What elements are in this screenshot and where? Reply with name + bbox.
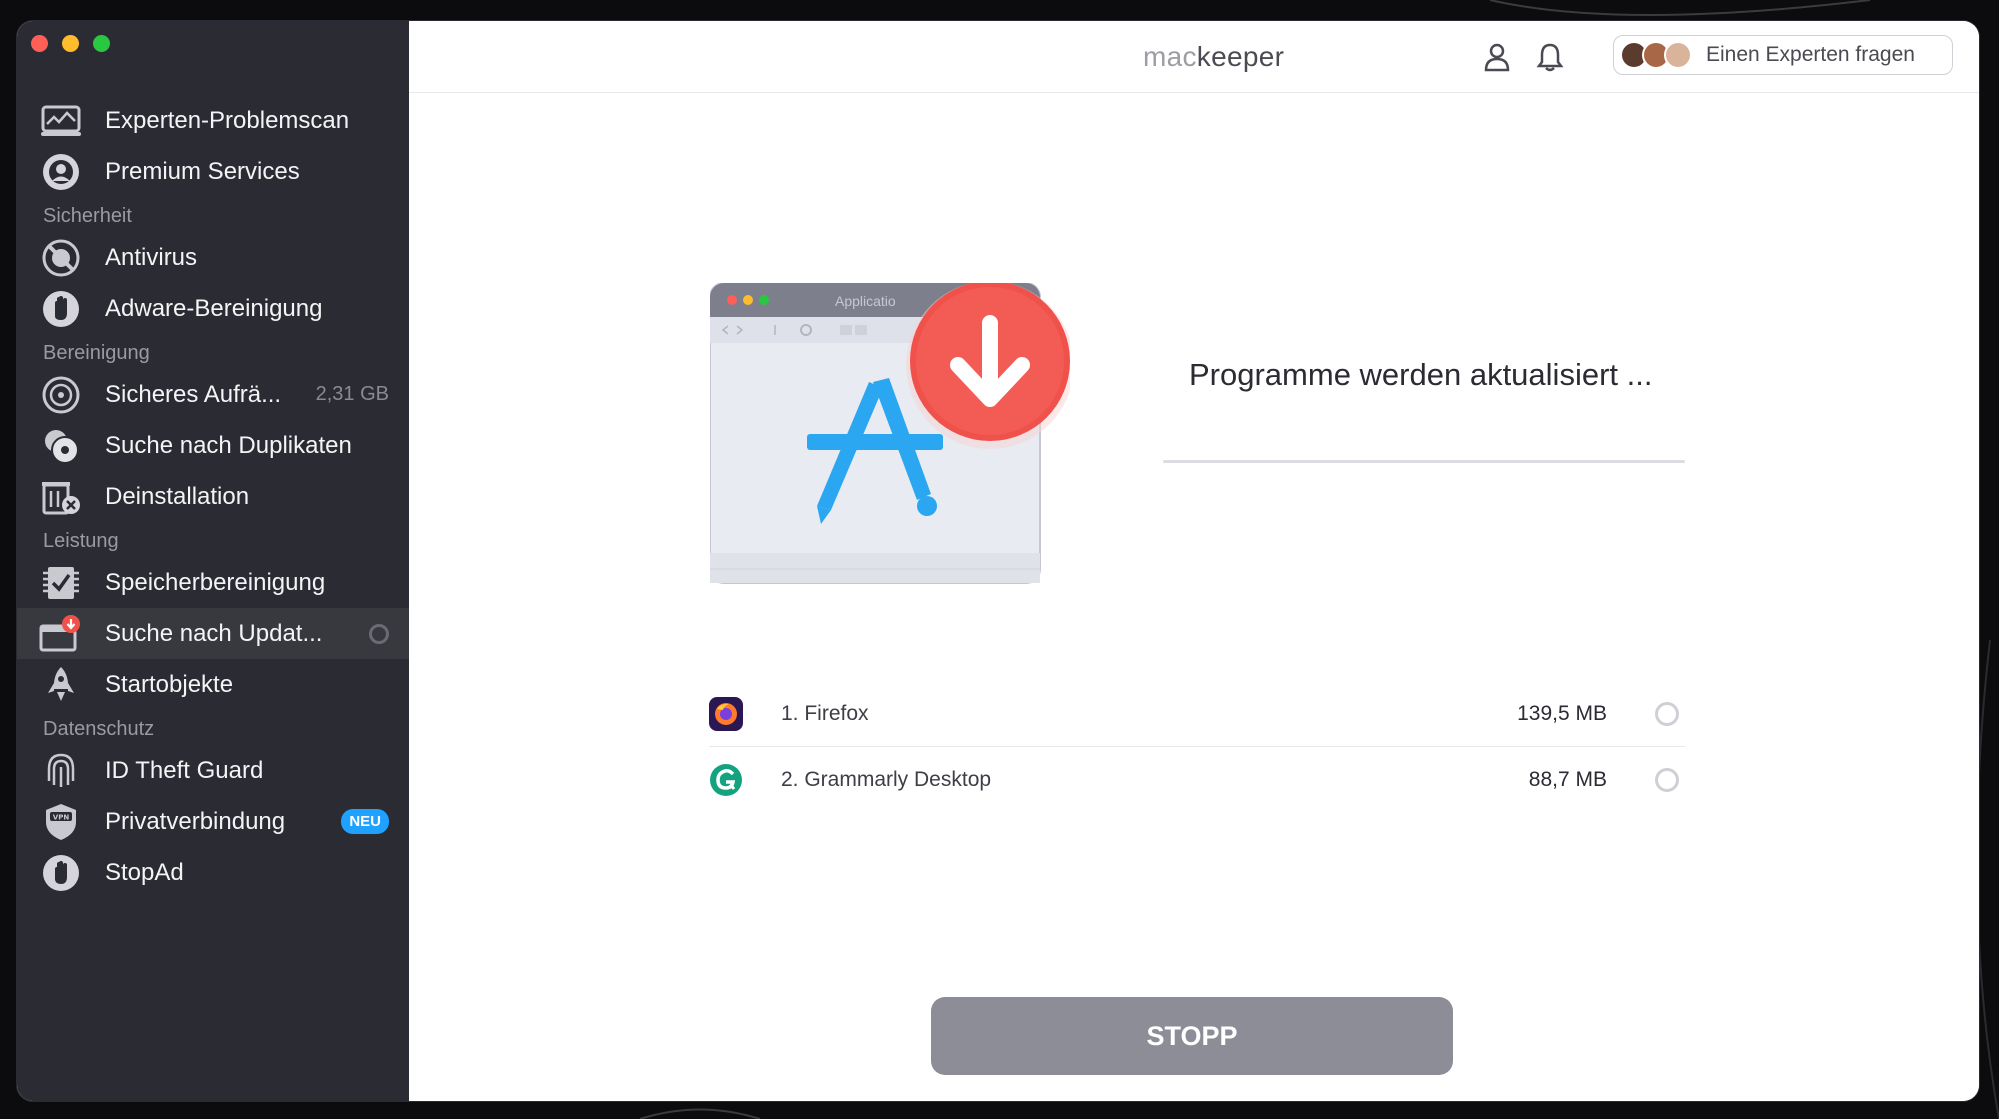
vpn-shield-icon: VPN <box>39 800 83 844</box>
loading-spinner-icon <box>369 623 389 644</box>
sidebar-item-privatverbindung[interactable]: VPN Privatverbindung NEU <box>17 796 409 847</box>
sidebar: Experten-Problemscan Premium Services Si… <box>17 21 409 1101</box>
sidebar-item-duplikate[interactable]: Suche nach Duplikaten <box>17 420 409 471</box>
sidebar-item-startobjekte[interactable]: Startobjekte <box>17 659 409 710</box>
app-name: 2. Grammarly Desktop <box>781 767 992 791</box>
illustration-window-title: Applicatio <box>835 293 896 309</box>
firefox-icon <box>709 696 743 731</box>
sidebar-item-label: Experten-Problemscan <box>105 106 350 134</box>
update-icon <box>39 612 83 656</box>
fingerprint-icon <box>39 749 83 793</box>
sidebar-item-label: StopAd <box>105 858 184 886</box>
headset-icon <box>39 150 83 194</box>
maximize-window-button[interactable] <box>93 35 110 52</box>
avatar <box>1664 41 1692 69</box>
list-item: 1. Firefox 139,5 MB <box>709 681 1685 746</box>
bell-icon[interactable] <box>1534 41 1566 73</box>
sidebar-item-speicherbereinigung[interactable]: Speicherbereinigung <box>17 557 409 608</box>
grammarly-icon <box>709 763 743 797</box>
app-update-illustration: Applicatio <box>710 283 1070 584</box>
sidebar-item-label: Adware-Bereinigung <box>105 294 323 322</box>
ask-expert-button[interactable]: Einen Experten fragen <box>1613 35 1953 75</box>
app-window: Experten-Problemscan Premium Services Si… <box>17 21 1979 1101</box>
sidebar-item-label: Speicherbereinigung <box>105 568 326 596</box>
main-content: mackeeper Einen Experten fragen Applicat… <box>409 21 1979 1101</box>
download-arrow-icon <box>906 283 1070 449</box>
sidebar-item-deinstallation[interactable]: Deinstallation <box>17 471 409 522</box>
hand-stop-icon <box>39 287 83 331</box>
update-status-indicator <box>1655 701 1679 726</box>
sidebar-item-label: Antivirus <box>105 243 198 271</box>
sidebar-item-label: Premium Services <box>105 157 300 185</box>
section-label-sicherheit: Sicherheit <box>43 205 132 227</box>
svg-text:VPN: VPN <box>53 813 70 821</box>
sidebar-nav: Experten-Problemscan Premium Services Si… <box>17 95 409 898</box>
monitor-scan-icon <box>39 99 83 143</box>
sidebar-item-premium-services[interactable]: Premium Services <box>17 146 409 197</box>
sidebar-item-stopad[interactable]: StopAd <box>17 847 409 898</box>
sidebar-item-label: Suche nach Duplikaten <box>105 431 352 459</box>
stop-button[interactable]: STOPP <box>931 997 1453 1075</box>
disk-clean-icon <box>39 373 83 417</box>
new-badge: NEU <box>341 809 389 834</box>
rocket-icon <box>39 663 83 707</box>
sidebar-item-adware-bereinigung[interactable]: Adware-Bereinigung <box>17 283 409 334</box>
sidebar-item-label: Privatverbindung <box>105 807 286 835</box>
stopad-hand-icon <box>39 851 83 895</box>
window-controls <box>31 35 110 52</box>
uninstall-icon <box>39 475 83 519</box>
section-label-datenschutz: Datenschutz <box>43 718 155 740</box>
app-size: 139,5 MB <box>1517 701 1607 725</box>
duplicates-icon <box>39 424 83 468</box>
mackeeper-logo: mackeeper <box>1143 41 1285 72</box>
close-window-button[interactable] <box>31 35 48 52</box>
update-status-text: Programme werden aktualisiert ... <box>1189 357 1653 392</box>
sidebar-item-sicheres-aufraeumen[interactable]: Sicheres Aufrä... 2,31 GB <box>17 369 409 420</box>
antivirus-icon <box>39 236 83 280</box>
cleanup-size-value: 2,31 GB <box>315 383 389 405</box>
update-progress-bar <box>1163 460 1685 463</box>
section-label-leistung: Leistung <box>43 530 119 552</box>
sidebar-item-label: Sicheres Aufrä... <box>105 380 282 408</box>
app-size: 88,7 MB <box>1528 767 1607 791</box>
sidebar-item-label: Suche nach Updat... <box>105 619 323 647</box>
sidebar-item-update-suche[interactable]: Suche nach Updat... <box>17 608 409 659</box>
sidebar-item-antivirus[interactable]: Antivirus <box>17 232 409 283</box>
minimize-window-button[interactable] <box>62 35 79 52</box>
sidebar-item-experten-problemscan[interactable]: Experten-Problemscan <box>17 95 409 146</box>
sidebar-item-id-theft-guard[interactable]: ID Theft Guard <box>17 745 409 796</box>
memory-check-icon <box>39 561 83 605</box>
ask-expert-label: Einen Experten fragen <box>1706 43 1915 66</box>
update-status-indicator <box>1655 767 1679 792</box>
update-app-list: 1. Firefox 139,5 MB 2. Grammarly Desktop… <box>709 681 1685 812</box>
sidebar-item-label: Deinstallation <box>105 482 250 510</box>
app-name: 1. Firefox <box>781 701 869 725</box>
sidebar-item-label: Startobjekte <box>105 670 234 698</box>
list-item: 2. Grammarly Desktop 88,7 MB <box>709 746 1685 812</box>
sidebar-item-label: ID Theft Guard <box>105 756 264 784</box>
account-icon[interactable] <box>1481 41 1513 73</box>
expert-avatars <box>1620 41 1692 69</box>
section-label-bereinigung: Bereinigung <box>43 342 150 364</box>
top-bar: mackeeper Einen Experten fragen <box>409 21 1979 93</box>
